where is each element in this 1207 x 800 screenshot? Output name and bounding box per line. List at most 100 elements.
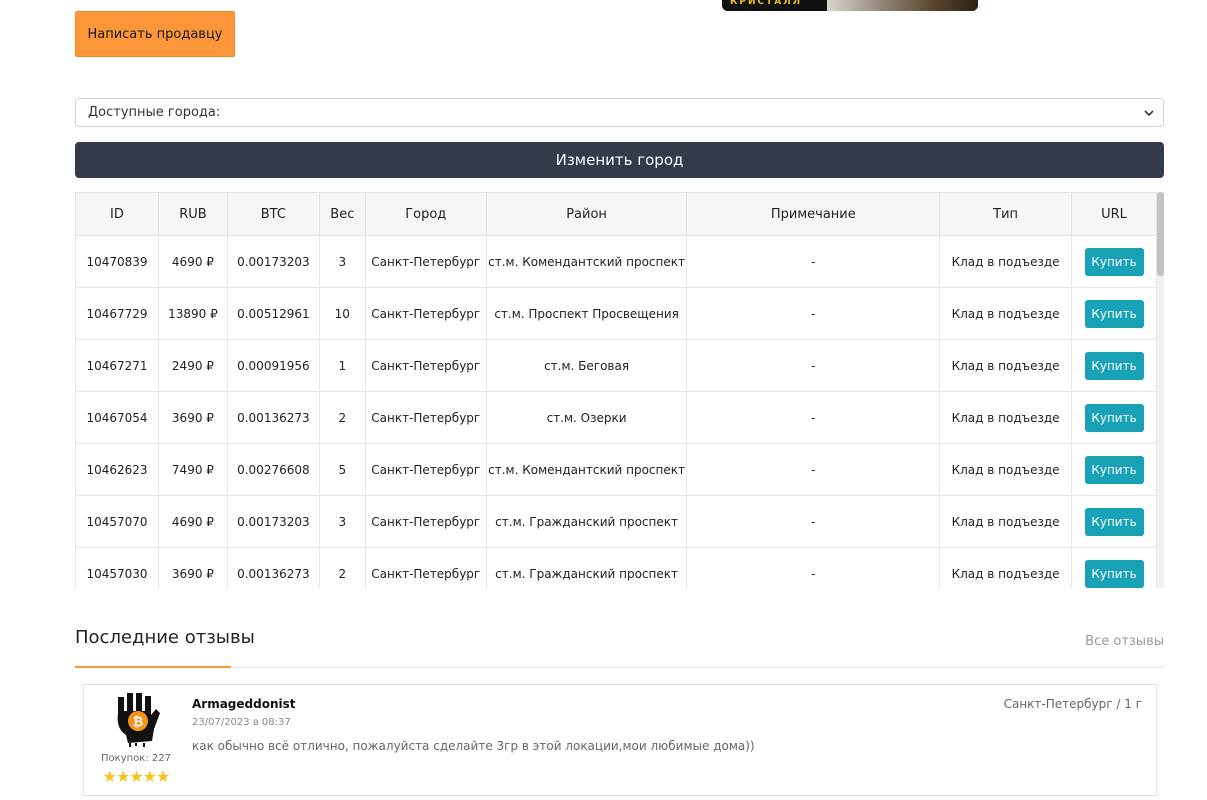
cell-id: 10457030 xyxy=(75,547,159,588)
svg-text:₿: ₿ xyxy=(133,715,144,730)
column-header: Тип xyxy=(939,192,1072,236)
reviews-divider xyxy=(75,667,1164,668)
table-row: 10467054 3690 ₽0.00136273 2 Санкт-Петербург… xyxy=(75,391,1157,444)
column-header: RUB xyxy=(157,192,228,236)
city-select-value: Доступные города: xyxy=(88,105,221,120)
column-header: Город xyxy=(364,192,487,236)
reviews-title-underline xyxy=(75,666,231,668)
table-scrollbar[interactable] xyxy=(1157,192,1164,588)
cell-city: Санкт-Петербург xyxy=(364,235,487,288)
cell-district: ст.м. Комендантский проспект xyxy=(485,443,688,496)
cell-rub: 4690 ₽ xyxy=(157,495,228,548)
cell-rub: 2490 ₽ xyxy=(157,339,228,392)
cell-type: Клад в подъезде xyxy=(939,443,1072,496)
reviews-title: Последние отзывы xyxy=(75,627,255,648)
banner-text: КРИСТАЛЛ xyxy=(722,0,827,11)
cell-url: Купить xyxy=(1071,547,1157,588)
buy-button[interactable]: Купить xyxy=(1084,507,1144,536)
cell-btc: 0.00091956 xyxy=(226,339,320,392)
cell-url: Купить xyxy=(1071,235,1157,288)
products-table: ID RUB BTC Вес Город Район Примечание Тип URL 10… xyxy=(75,192,1164,588)
review-card: ₿ Покупок: 227 ★★★★★ Armageddonist 23/07… xyxy=(83,684,1157,796)
table-row: 10467729 13890 ₽0.00512961 10 Санкт-Петербу… xyxy=(75,287,1157,340)
top-banner[interactable]: КРИСТАЛЛ xyxy=(722,0,978,11)
buy-button[interactable]: Купить xyxy=(1084,403,1144,432)
cell-rub: 3690 ₽ xyxy=(157,391,228,444)
cell-district: ст.м. Озерки xyxy=(485,391,688,444)
cell-url: Купить xyxy=(1071,287,1157,340)
all-reviews-link[interactable]: Все отзывы xyxy=(1085,634,1164,649)
table-row: 10457070 4690 ₽0.00173203 3 Санкт-Петербург… xyxy=(75,495,1157,548)
cell-note: - xyxy=(686,287,941,340)
cell-district: ст.м. Гражданский проспект xyxy=(485,495,688,548)
cell-url: Купить xyxy=(1071,443,1157,496)
cell-city: Санкт-Петербург xyxy=(364,443,487,496)
buy-button[interactable]: Купить xyxy=(1084,559,1144,588)
cell-district: ст.м. Комендантский проспект xyxy=(485,235,688,288)
bitcoin-fist-avatar: ₿ xyxy=(117,693,160,747)
city-select[interactable]: Доступные города: xyxy=(75,98,1164,127)
column-header: Примечание xyxy=(686,192,941,236)
change-city-button[interactable]: Изменить город xyxy=(75,142,1164,178)
cell-id: 10467271 xyxy=(75,339,159,392)
review-location-weight: Санкт-Петербург / 1 г xyxy=(1003,697,1142,711)
cell-type: Клад в подъезде xyxy=(939,339,1072,392)
cell-weight: 2 xyxy=(318,547,366,588)
cell-city: Санкт-Петербург xyxy=(364,391,487,444)
review-date: 23/07/2023 в 08:37 xyxy=(192,717,291,728)
cell-type: Клад в подъезде xyxy=(939,547,1072,588)
banner-image xyxy=(827,0,978,11)
cell-note: - xyxy=(686,339,941,392)
cell-url: Купить xyxy=(1071,495,1157,548)
column-header: BTC xyxy=(226,192,320,236)
cell-id: 10467729 xyxy=(75,287,159,340)
cell-btc: 0.00136273 xyxy=(226,547,320,588)
cell-city: Санкт-Петербург xyxy=(364,339,487,392)
table-row: 10462623 7490 ₽0.00276608 5 Санкт-Петербург… xyxy=(75,443,1157,496)
cell-weight: 5 xyxy=(318,443,366,496)
cell-rub: 3690 ₽ xyxy=(157,547,228,588)
cell-btc: 0.00173203 xyxy=(226,235,320,288)
cell-rub: 7490 ₽ xyxy=(157,443,228,496)
cell-city: Санкт-Петербург xyxy=(364,287,487,340)
cell-url: Купить xyxy=(1071,391,1157,444)
cell-btc: 0.00276608 xyxy=(226,443,320,496)
table-scrollbar-thumb[interactable] xyxy=(1157,192,1164,276)
cell-note: - xyxy=(686,235,941,288)
cell-btc: 0.00173203 xyxy=(226,495,320,548)
buy-button[interactable]: Купить xyxy=(1084,351,1144,380)
cell-weight: 3 xyxy=(318,235,366,288)
cell-rub: 13890 ₽ xyxy=(157,287,228,340)
cell-district: ст.м. Беговая xyxy=(485,339,688,392)
column-header: URL xyxy=(1071,192,1157,236)
cell-type: Клад в подъезде xyxy=(939,391,1072,444)
table-header-row: ID RUB BTC Вес Город Район Примечание Тип URL xyxy=(75,192,1157,236)
cell-city: Санкт-Петербург xyxy=(364,547,487,588)
cell-weight: 1 xyxy=(318,339,366,392)
column-header: Район xyxy=(485,192,688,236)
review-author: Armageddonist xyxy=(192,697,296,711)
table-row: 10467271 2490 ₽0.00091956 1 Санкт-Петербург… xyxy=(75,339,1157,392)
cell-id: 10462623 xyxy=(75,443,159,496)
cell-type: Клад в подъезде xyxy=(939,235,1072,288)
cell-btc: 0.00136273 xyxy=(226,391,320,444)
column-header: Вес xyxy=(318,192,366,236)
buy-button[interactable]: Купить xyxy=(1084,299,1144,328)
buy-button[interactable]: Купить xyxy=(1084,247,1144,276)
cell-id: 10467054 xyxy=(75,391,159,444)
cell-weight: 2 xyxy=(318,391,366,444)
cell-note: - xyxy=(686,443,941,496)
review-text: как обычно всё отлично, пожалуйста сдела… xyxy=(192,739,755,753)
buy-button[interactable]: Купить xyxy=(1084,455,1144,484)
cell-district: ст.м. Гражданский проспект xyxy=(485,547,688,588)
cell-id: 10457070 xyxy=(75,495,159,548)
cell-weight: 10 xyxy=(318,287,366,340)
table-row: 10457030 3690 ₽0.00136273 2 Санкт-Петербург… xyxy=(75,547,1157,588)
cell-type: Клад в подъезде xyxy=(939,495,1072,548)
cell-btc: 0.00512961 xyxy=(226,287,320,340)
cell-url: Купить xyxy=(1071,339,1157,392)
cell-note: - xyxy=(686,391,941,444)
review-purchases: Покупок: 227 xyxy=(101,753,171,764)
cell-note: - xyxy=(686,547,941,588)
message-seller-button[interactable]: Написать продавцу xyxy=(75,11,235,57)
